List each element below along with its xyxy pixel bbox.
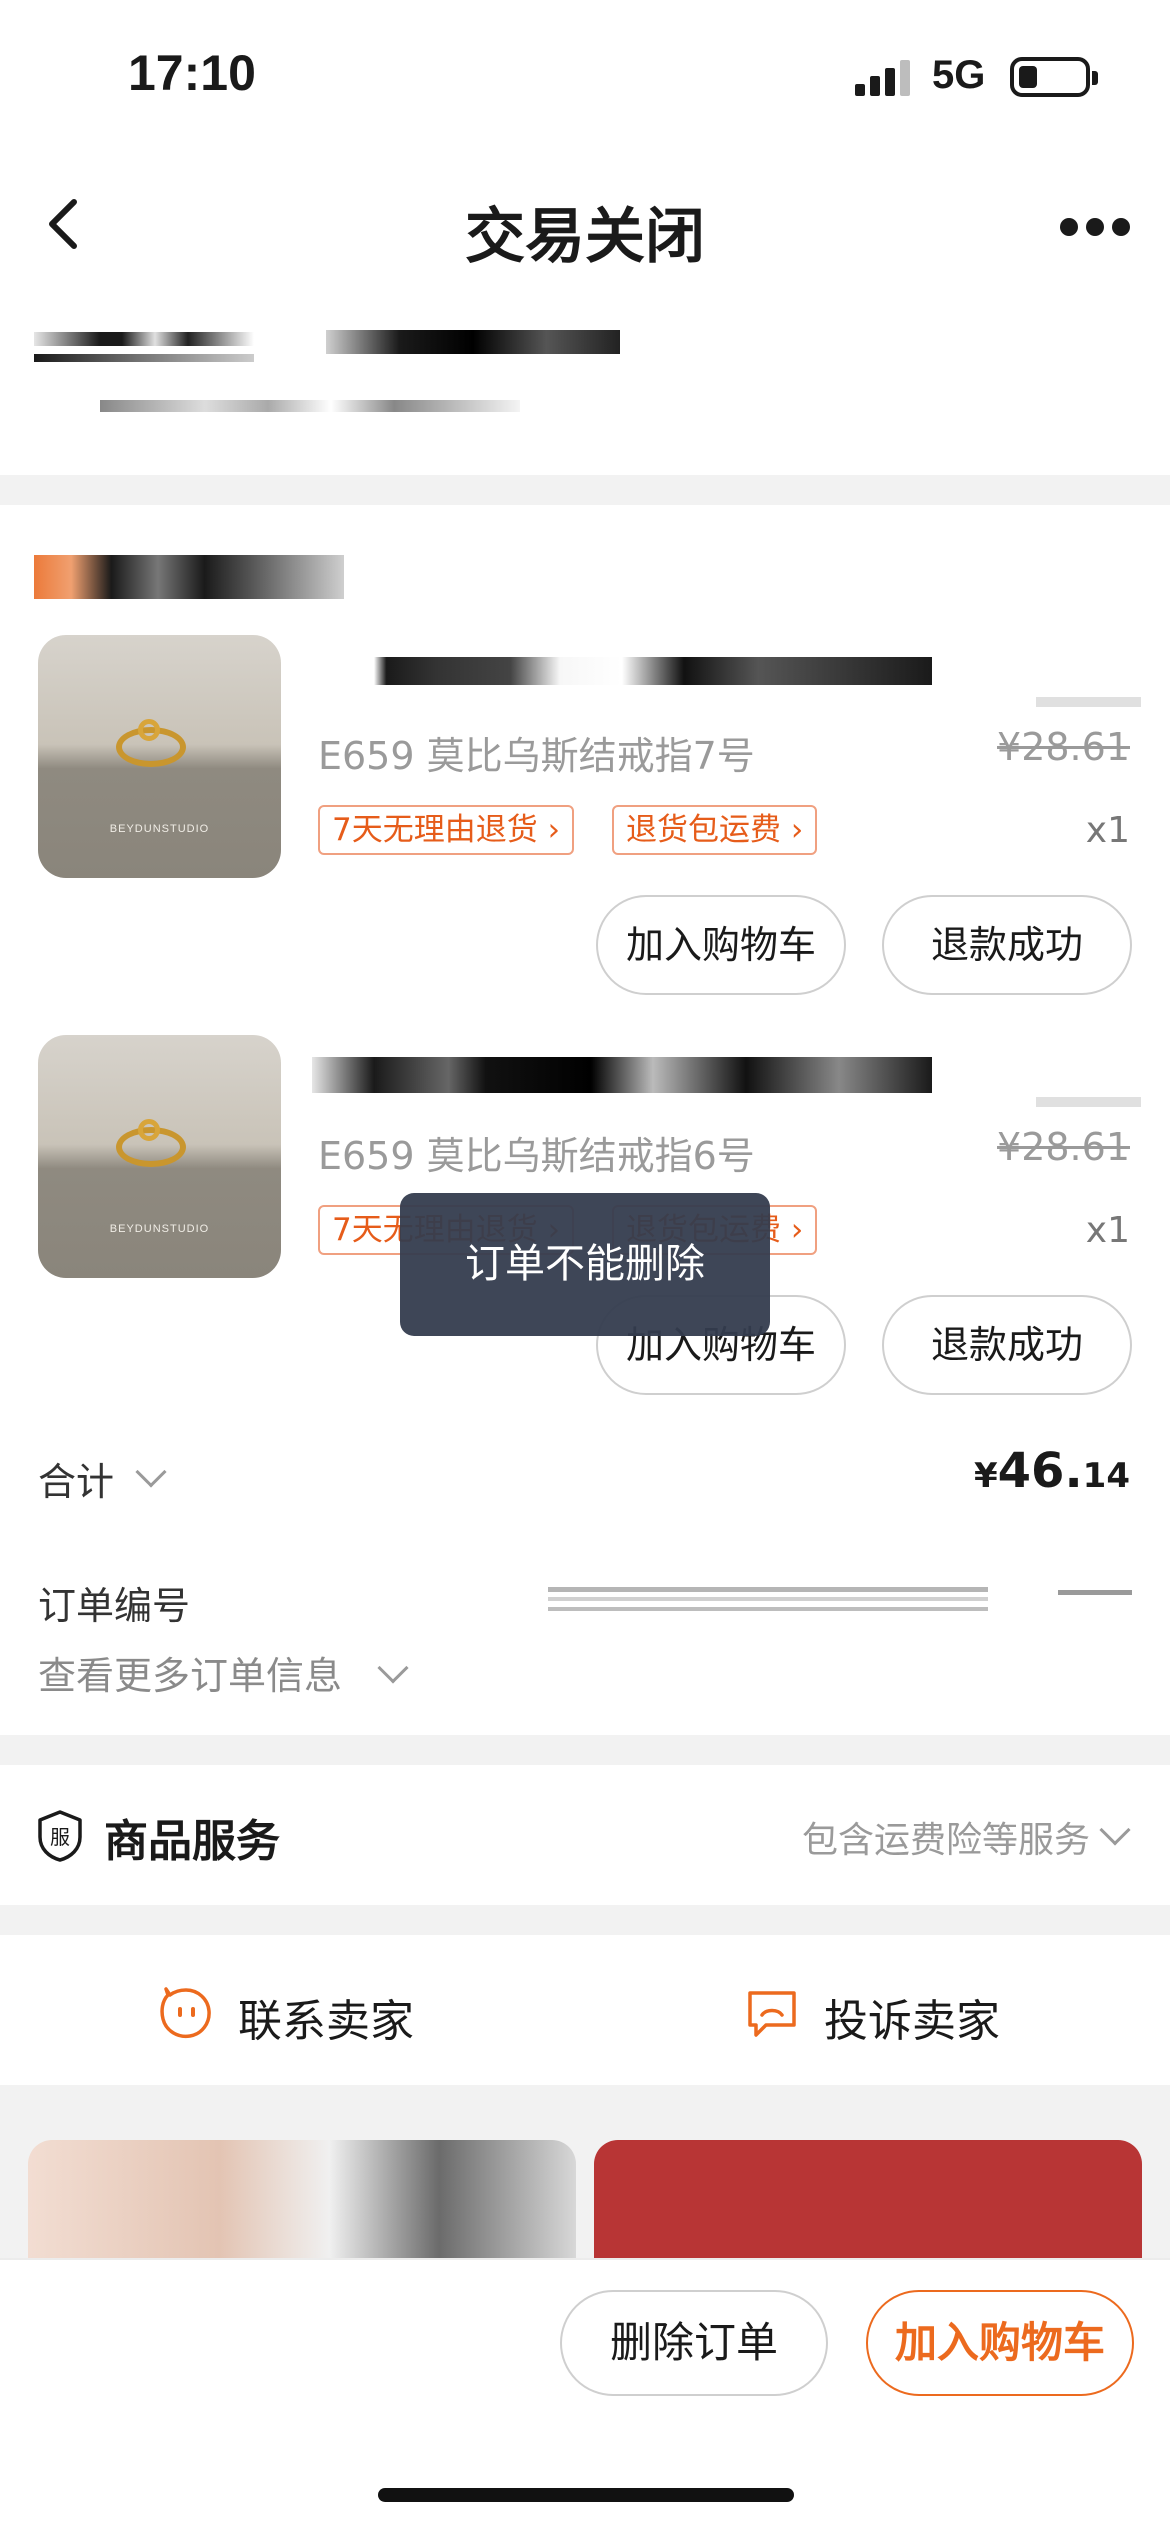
refund-status-button[interactable]: 退款成功 <box>882 1295 1132 1395</box>
redacted-order-number <box>548 1587 988 1617</box>
home-indicator[interactable] <box>378 2488 794 2502</box>
item-quantity: x1 <box>1085 810 1130 851</box>
item-name: E659 莫比乌斯结戒指7号 <box>318 734 755 778</box>
item-name: E659 莫比乌斯结戒指6号 <box>318 1134 755 1178</box>
thumbnail-brand-text: BEYDUNSTUDIO <box>109 823 210 835</box>
order-number-label: 订单编号 <box>38 1584 191 1628</box>
toast-message: 订单不能删除 <box>400 1193 770 1336</box>
contact-seller-button[interactable]: 联系卖家 <box>158 1985 458 2047</box>
order-item: BEYDUNSTUDIO E659 莫比乌斯结戒指7号 ¥28.61 7天无理由… <box>0 635 1170 1025</box>
return-policy-tag[interactable]: 7天无理由退货 › <box>318 805 574 855</box>
total-amount-decimal: 14 <box>1082 1456 1130 1496</box>
item-original-price: ¥28.61 <box>997 1125 1130 1169</box>
page-title: 交易关闭 <box>465 202 705 272</box>
shield-service-icon: 服 <box>38 1810 82 1862</box>
chevron-down-icon <box>135 1456 167 1488</box>
nav-bar: 交易关闭 <box>0 150 1170 300</box>
total-label: 合计 <box>38 1460 115 1504</box>
more-order-info-toggle[interactable]: 查看更多订单信息 <box>38 1645 342 1700</box>
redacted-item-title <box>312 1057 932 1093</box>
svg-text:服: 服 <box>50 1825 70 1849</box>
thumbnail-brand-text: BEYDUNSTUDIO <box>109 1223 210 1235</box>
contact-card: 联系卖家 投诉卖家 <box>0 1935 1170 2085</box>
complaint-message-icon <box>748 1991 796 2037</box>
contact-seller-label: 联系卖家 <box>238 1996 414 2047</box>
redacted-item-title <box>312 657 932 685</box>
signal-icon <box>855 60 910 96</box>
redacted-address-line <box>326 330 620 354</box>
service-description: 包含运费险等服务 <box>801 1820 1090 1861</box>
chat-face-icon <box>160 1987 211 2039</box>
redacted-item-price <box>1036 1097 1141 1107</box>
recommendation-area <box>0 2115 1170 2280</box>
redacted-shop-name[interactable] <box>34 555 344 599</box>
service-title: 商品服务 <box>104 1816 280 1867</box>
product-thumbnail[interactable]: BEYDUNSTUDIO <box>38 1035 281 1278</box>
bottom-action-bar: 删除订单 加入购物车 <box>0 2258 1170 2532</box>
redacted-address-line <box>34 332 254 346</box>
more-order-info-label: 查看更多订单信息 <box>38 1654 343 1698</box>
complain-seller-label: 投诉卖家 <box>824 1996 1000 2047</box>
address-card[interactable] <box>0 300 1170 475</box>
chevron-down-icon <box>1099 1814 1131 1846</box>
currency-symbol: ¥ <box>973 1456 998 1496</box>
delete-order-button[interactable]: 删除订单 <box>560 2290 828 2396</box>
refund-status-button[interactable]: 退款成功 <box>882 895 1132 995</box>
chevron-down-icon <box>377 1652 409 1684</box>
network-type: 5G <box>932 53 986 97</box>
free-return-shipping-tag[interactable]: 退货包运费 › <box>612 805 818 855</box>
product-service-card[interactable]: 服 商品服务 包含运费险等服务 <box>0 1765 1170 1905</box>
status-bar: 17:10 5G <box>0 0 1170 150</box>
order-card: BEYDUNSTUDIO E659 莫比乌斯结戒指7号 ¥28.61 7天无理由… <box>0 505 1170 1735</box>
total-amount-main: 46. <box>997 1443 1083 1499</box>
total-amount: ¥46.14 <box>974 1443 1130 1499</box>
add-to-cart-button[interactable]: 加入购物车 <box>866 2290 1134 2396</box>
redacted-address-line <box>100 400 520 412</box>
item-quantity: x1 <box>1085 1210 1130 1251</box>
product-thumbnail[interactable]: BEYDUNSTUDIO <box>38 635 281 878</box>
redacted-item-price <box>1036 697 1141 707</box>
redacted-address-line <box>34 354 254 362</box>
complain-seller-button[interactable]: 投诉卖家 <box>744 1985 1044 2047</box>
order-total-row[interactable]: 合计 ¥46.14 <box>0 1435 1170 1515</box>
status-time: 17:10 <box>128 45 256 101</box>
redacted-order-number-tail <box>1058 1590 1132 1595</box>
item-original-price: ¥28.61 <box>997 725 1130 769</box>
add-to-cart-button[interactable]: 加入购物车 <box>596 895 846 995</box>
more-options-icon[interactable] <box>1060 216 1130 240</box>
battery-icon <box>1010 57 1098 97</box>
